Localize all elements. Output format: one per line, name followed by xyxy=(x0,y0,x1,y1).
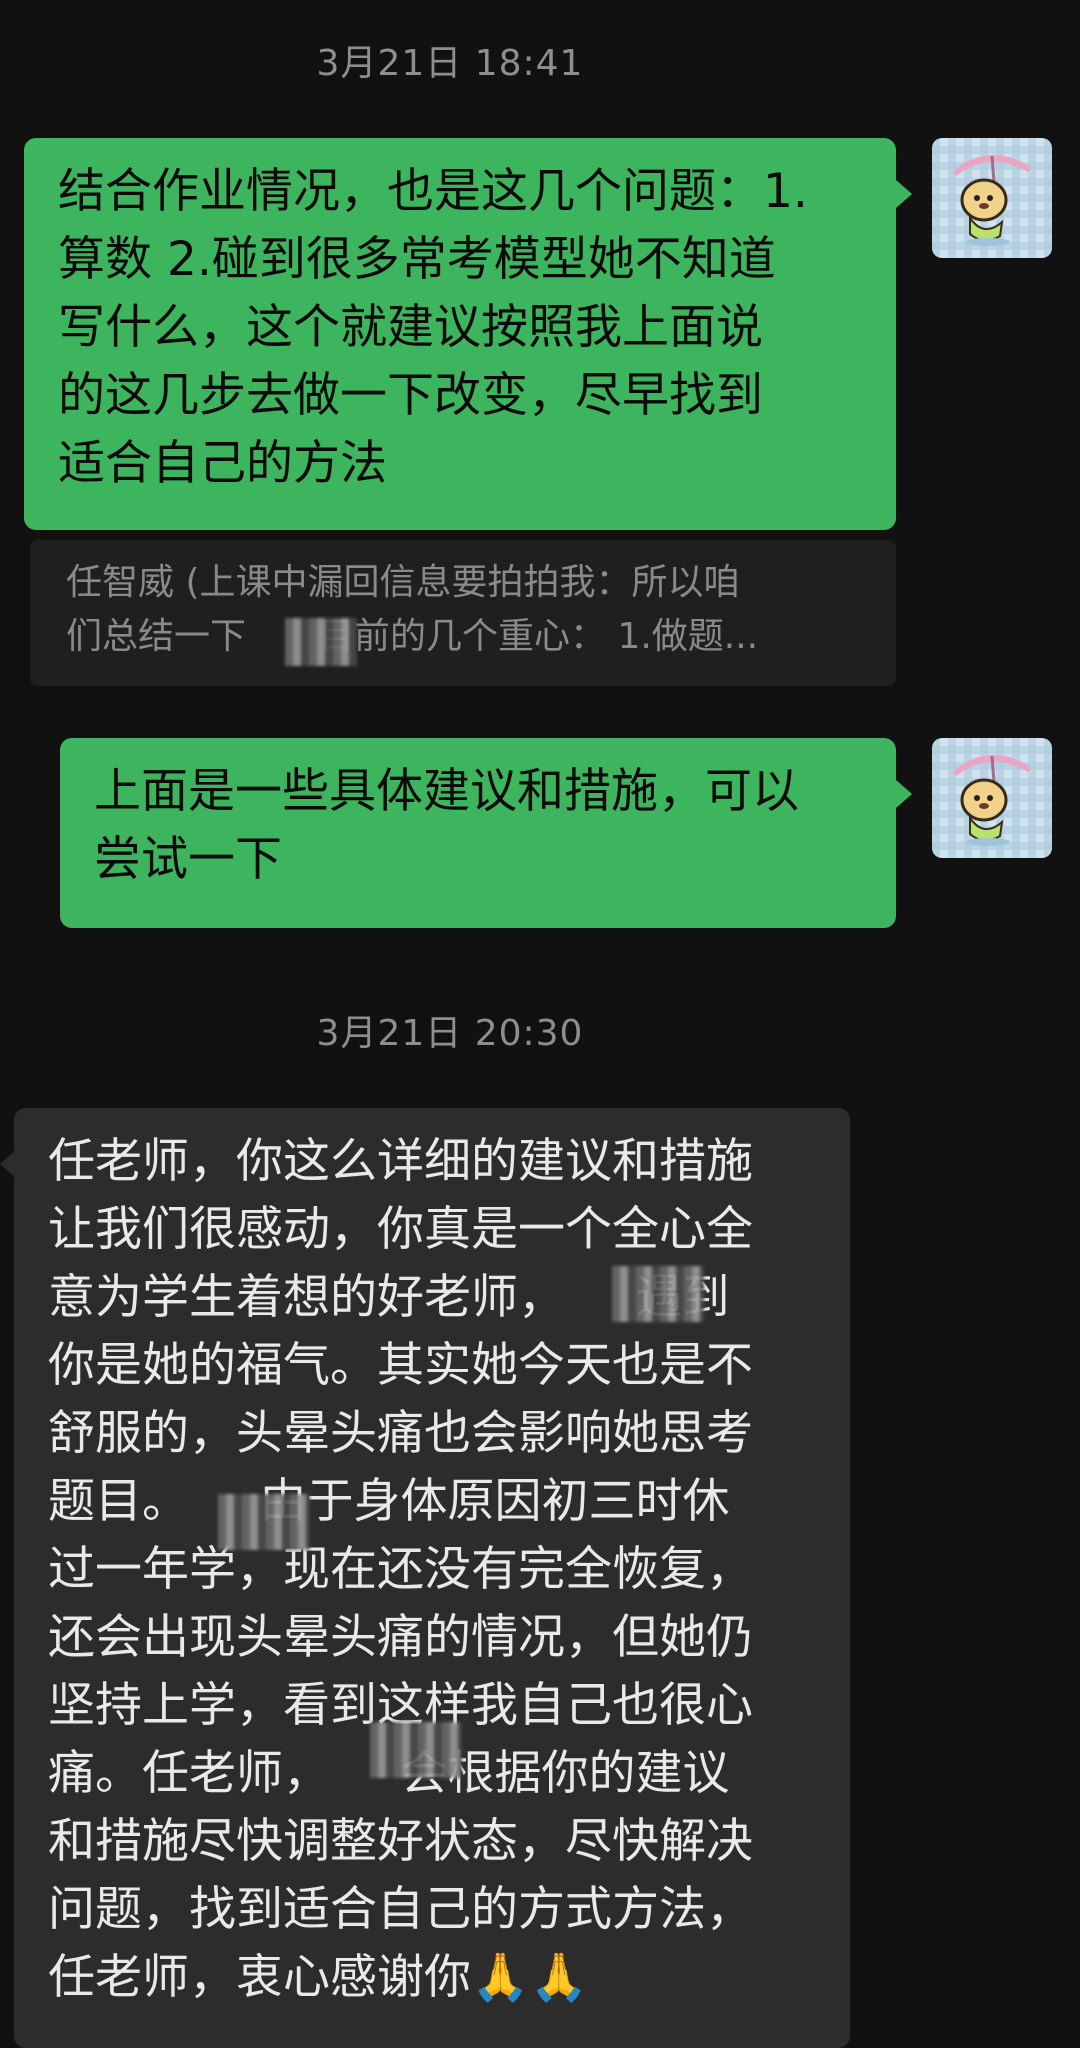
timestamp: 3月21日 18:41 xyxy=(316,43,584,84)
redacted-name xyxy=(370,1722,462,1778)
bubble-tail xyxy=(896,780,912,808)
bubble-tail xyxy=(896,180,912,208)
my-avatar[interactable] xyxy=(932,138,1052,258)
incoming-message[interactable]: 任老师，你这么详细的建议和措施 让我们很感动，你真是一个全心全 意为学生着想的好… xyxy=(14,1108,850,2048)
timestamp: 3月21日 20:30 xyxy=(316,1013,584,1054)
redacted-name xyxy=(612,1266,704,1322)
outgoing-message[interactable]: 结合作业情况，也是这几个问题：1. 算数 2.碰到很多常考模型她不知道 写什么，… xyxy=(24,138,896,530)
cartoon-dog-avatar-icon xyxy=(952,754,1032,846)
redacted-name xyxy=(285,618,357,666)
outgoing-message[interactable]: 上面是一些具体建议和措施，可以 尝试一下 xyxy=(60,738,896,928)
my-avatar[interactable] xyxy=(932,738,1052,858)
redacted-name xyxy=(218,1494,310,1550)
quoted-message[interactable]: 任智威 (上课中漏回信息要拍拍我：所以咱 们总结一下 目前的几个重心： 1.做题… xyxy=(30,540,896,686)
cartoon-dog-avatar-icon xyxy=(952,154,1032,246)
